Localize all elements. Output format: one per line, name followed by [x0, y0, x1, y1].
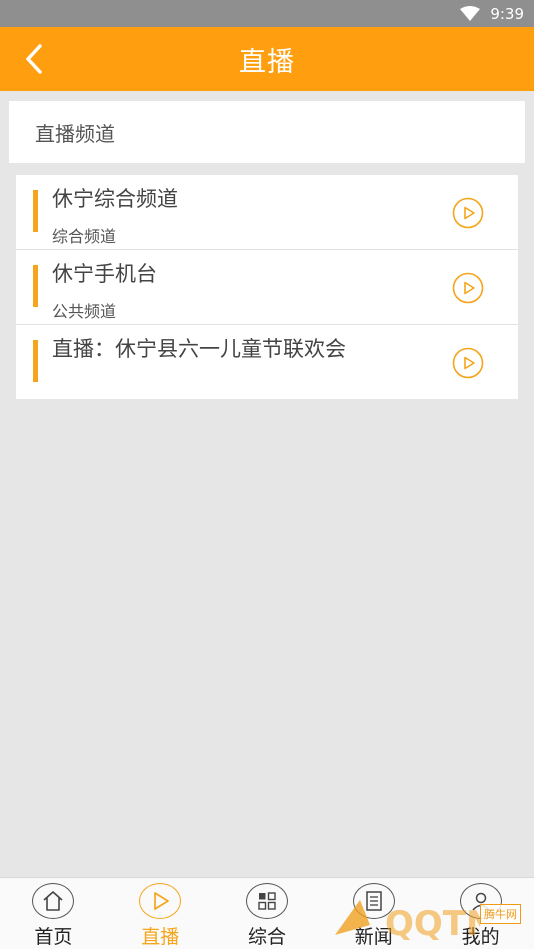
channel-name: 休宁综合频道: [52, 187, 178, 211]
channel-item[interactable]: 直播：休宁县六一儿童节联欢会: [16, 325, 518, 399]
accent-bar: [33, 340, 38, 382]
nav-label: 综合: [247, 926, 286, 948]
accent-bar: [33, 265, 38, 307]
channel-item[interactable]: 休宁手机台 公共频道: [16, 250, 518, 325]
nav-label: 新闻: [354, 926, 393, 948]
channel-item[interactable]: 休宁综合频道 综合频道: [16, 175, 518, 250]
nav-label: 直播: [141, 926, 180, 948]
channel-name: 休宁手机台: [52, 262, 157, 286]
home-icon: [32, 883, 75, 919]
nav-item-home[interactable]: 首页: [0, 878, 107, 949]
play-icon[interactable]: [452, 197, 484, 229]
nav-label: 首页: [34, 926, 73, 948]
status-time: 9:39: [490, 4, 524, 23]
news-icon: [352, 883, 395, 919]
play-icon: [139, 883, 182, 919]
page-title: 直播: [239, 46, 295, 78]
section-title: 直播频道: [35, 121, 115, 146]
nav-item-mine[interactable]: 我的: [427, 878, 534, 949]
nav-item-general[interactable]: 综合: [214, 878, 321, 949]
back-arrow-icon[interactable]: [20, 41, 50, 77]
bottom-nav: 首页 直播 综合 新闻 我的: [0, 877, 534, 949]
user-icon: [459, 883, 502, 919]
channel-subtitle: 综合频道: [52, 227, 117, 246]
app-bar: 直播: [0, 27, 534, 91]
accent-bar: [33, 190, 38, 232]
channel-list: 休宁综合频道 综合频道 休宁手机台 公共频道 直播：休宁县六一儿童节联欢会: [16, 175, 518, 399]
wifi-icon: [460, 5, 481, 21]
status-bar: 9:39: [0, 0, 534, 27]
grid-icon: [245, 883, 288, 919]
channel-name: 直播：休宁县六一儿童节联欢会: [52, 337, 346, 361]
nav-item-live[interactable]: 直播: [107, 878, 214, 949]
channel-subtitle: 公共频道: [52, 302, 117, 321]
play-icon[interactable]: [452, 347, 484, 379]
section-header: 直播频道: [9, 101, 525, 163]
nav-label: 我的: [461, 926, 500, 948]
play-icon[interactable]: [452, 272, 484, 304]
nav-item-news[interactable]: 新闻: [320, 878, 427, 949]
